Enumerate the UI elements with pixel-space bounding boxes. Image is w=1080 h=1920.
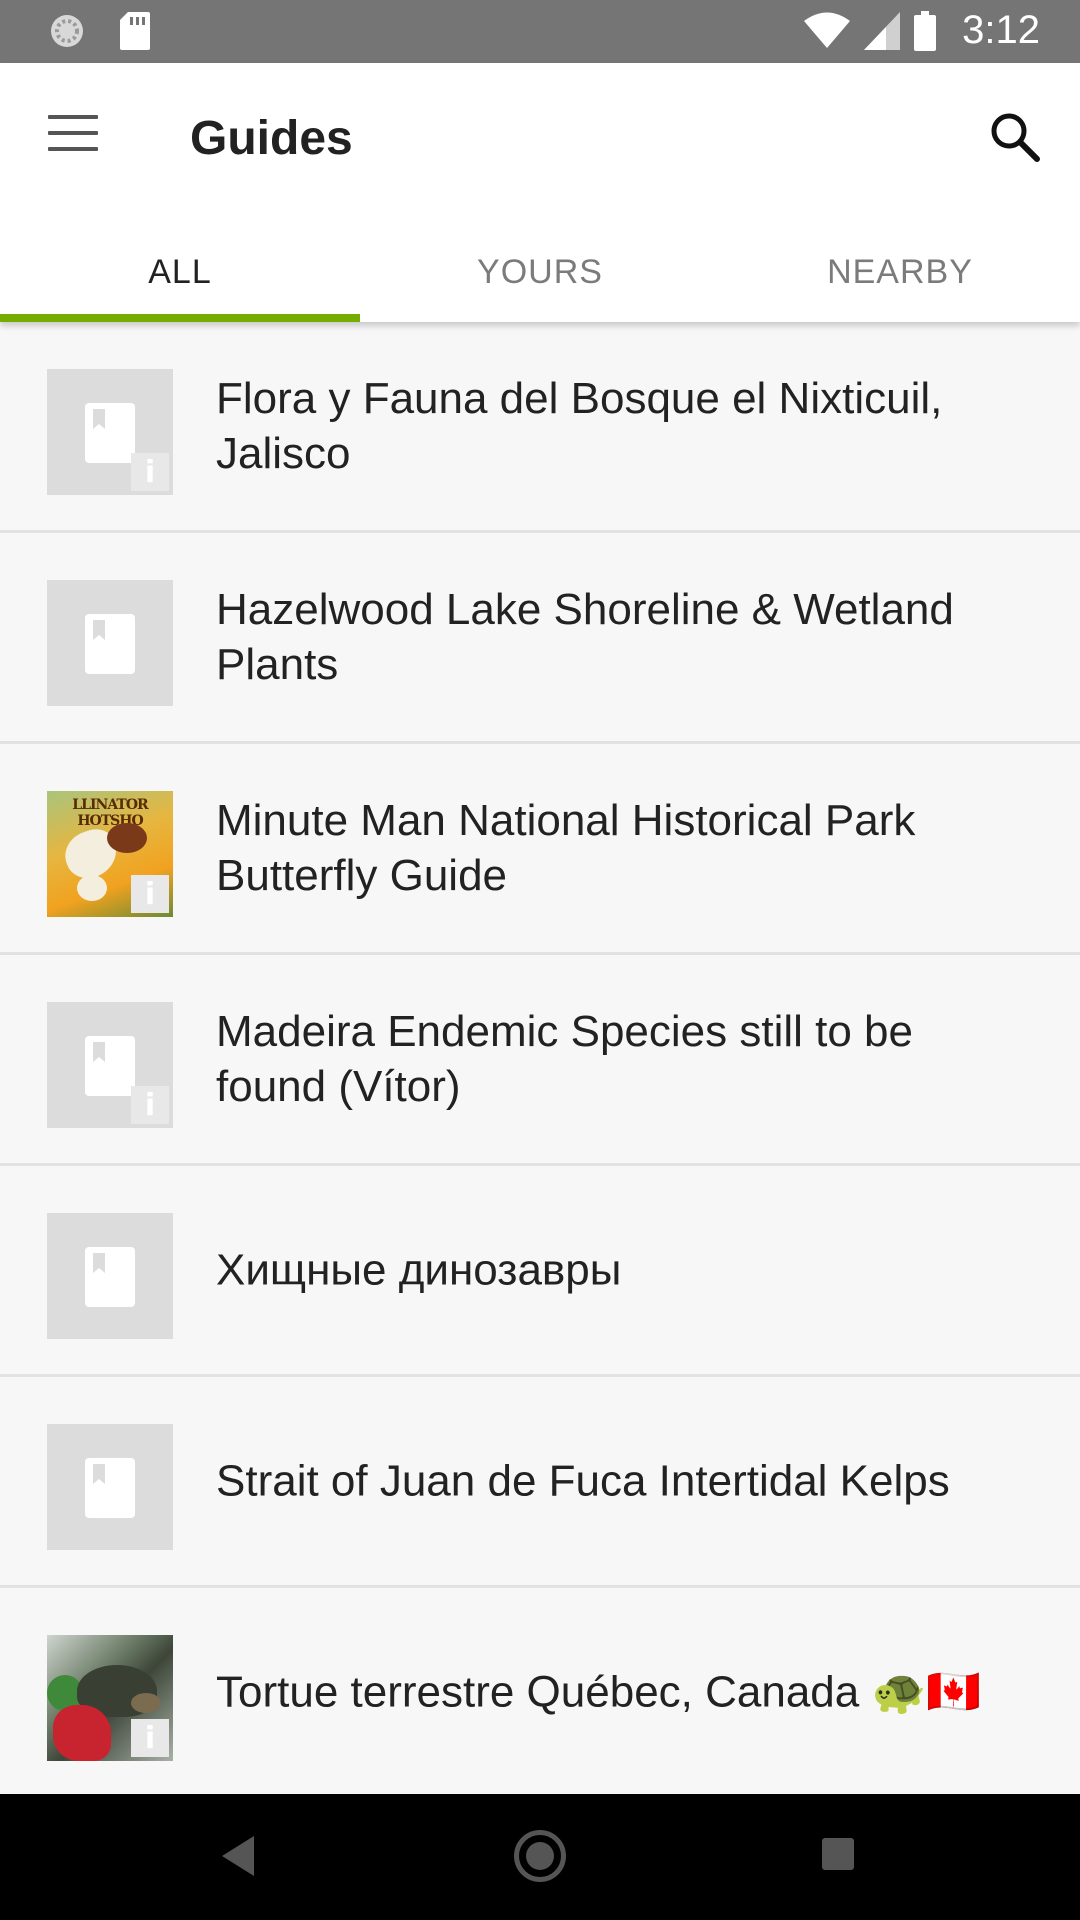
signal-icon — [864, 11, 901, 50]
list-item[interactable]: LLINATOR HOTSHO i Minute Man National Hi… — [0, 744, 1080, 955]
book-placeholder-icon: i — [47, 369, 173, 495]
app-bar: Guides ALL YOURS NEARBY — [0, 63, 1080, 322]
tab-bar: ALL YOURS NEARBY — [0, 233, 1080, 322]
info-icon: i — [131, 1719, 169, 1757]
navigation-bar — [0, 1794, 1080, 1920]
guide-title: Hazelwood Lake Shoreline & Wetland Plant… — [216, 585, 954, 689]
guide-title: Flora y Fauna del Bosque el Nixticuil, J… — [216, 374, 943, 478]
info-icon: i — [131, 875, 169, 913]
back-icon[interactable] — [222, 1836, 254, 1876]
tab-nearby[interactable]: NEARBY — [720, 233, 1080, 322]
list-item[interactable]: i Madeira Endemic Species still to be fo… — [0, 955, 1080, 1166]
status-bar: 3:12 — [0, 0, 1080, 63]
battery-icon — [914, 10, 937, 51]
tab-all[interactable]: ALL — [0, 233, 360, 322]
guide-title: Хищные динозавры — [216, 1245, 622, 1295]
butterfly-photo: LLINATOR HOTSHO i — [47, 791, 173, 917]
tab-yours[interactable]: YOURS — [360, 233, 720, 322]
sd-card-icon — [120, 12, 150, 50]
info-icon: i — [131, 1086, 169, 1124]
info-icon: i — [131, 453, 169, 491]
book-placeholder-icon — [47, 1424, 173, 1550]
wifi-icon — [804, 12, 851, 48]
guide-list: i Flora y Fauna del Bosque el Nixticuil,… — [0, 322, 1080, 1799]
home-icon[interactable] — [514, 1830, 566, 1882]
list-item[interactable]: i Flora y Fauna del Bosque el Nixticuil,… — [0, 322, 1080, 533]
turtle-photo: i — [47, 1635, 173, 1761]
book-placeholder-icon — [47, 580, 173, 706]
sync-circle-icon — [51, 15, 83, 47]
guide-title: Tortue terrestre Québec, Canada 🐢🇨🇦 — [216, 1667, 982, 1717]
list-item[interactable]: Хищные динозавры — [0, 1166, 1080, 1377]
status-time: 3:12 — [962, 8, 1040, 52]
list-item[interactable]: Hazelwood Lake Shoreline & Wetland Plant… — [0, 533, 1080, 744]
book-placeholder-icon — [47, 1213, 173, 1339]
list-item[interactable]: Strait of Juan de Fuca Intertidal Kelps — [0, 1377, 1080, 1588]
recent-apps-icon[interactable] — [822, 1838, 854, 1870]
list-item[interactable]: i Tortue terrestre Québec, Canada 🐢🇨🇦 — [0, 1588, 1080, 1799]
photo-caption: LLINATOR HOTSHO — [72, 797, 148, 829]
search-icon[interactable] — [985, 107, 1045, 167]
guide-title: Madeira Endemic Species still to be foun… — [216, 1007, 913, 1111]
hamburger-menu-icon[interactable] — [48, 115, 98, 155]
page-title: Guides — [190, 112, 353, 165]
book-placeholder-icon: i — [47, 1002, 173, 1128]
guide-title: Strait of Juan de Fuca Intertidal Kelps — [216, 1456, 950, 1506]
guide-title: Minute Man National Historical Park Butt… — [216, 796, 916, 900]
